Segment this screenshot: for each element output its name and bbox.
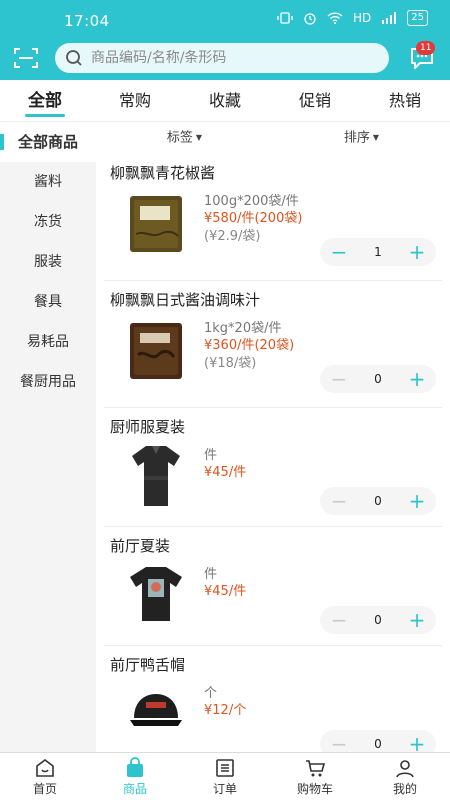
product-item[interactable]: 柳飘飘青花椒酱 100g*200袋/件 ¥580/件(200袋) (¥2.9/袋… xyxy=(104,154,442,281)
product-name: 厨师服夏装 xyxy=(110,418,186,436)
decrease-button[interactable]: − xyxy=(330,734,348,752)
product-price: ¥45/件 xyxy=(204,465,247,480)
product-name: 柳飘飘青花椒酱 xyxy=(110,164,216,182)
vibrate-icon xyxy=(277,12,293,24)
scan-icon[interactable] xyxy=(14,47,38,69)
caret-down-icon: ▼ xyxy=(372,133,380,142)
product-unit-price: (¥2.9/袋) xyxy=(204,229,261,244)
nav-orders[interactable]: 订单 xyxy=(180,753,270,800)
product-item[interactable]: 前厅夏装 件 ¥45/件 − 0 + xyxy=(104,527,442,646)
product-unit-price: (¥18/袋) xyxy=(204,356,257,371)
bag-icon xyxy=(127,756,143,777)
sauce-bag-icon xyxy=(130,196,182,252)
tag-filter-label: 标签 xyxy=(166,130,193,146)
sort-filter-label: 排序 xyxy=(343,130,370,146)
order-icon xyxy=(216,758,234,777)
sort-filter[interactable]: 排序 ▼ xyxy=(273,122,450,154)
quantity-value[interactable]: 0 xyxy=(374,737,382,751)
sauce-bag-icon xyxy=(130,323,182,379)
product-price: ¥12/个 xyxy=(204,703,247,718)
tab-favorites[interactable]: 收藏 xyxy=(180,80,270,121)
search-bar[interactable] xyxy=(55,43,389,73)
home-icon xyxy=(36,758,54,777)
increase-button[interactable]: + xyxy=(408,491,426,511)
decrease-button[interactable]: − xyxy=(330,242,348,262)
nav-home-label: 首页 xyxy=(32,781,57,796)
quantity-stepper: − 0 + xyxy=(320,487,436,515)
increase-button[interactable]: + xyxy=(408,734,426,752)
sidebar-item-consumables[interactable]: 易耗品 xyxy=(0,322,96,362)
caret-down-icon: ▼ xyxy=(195,133,203,142)
tab-frequent[interactable]: 常购 xyxy=(90,80,180,121)
sidebar-item-clothing[interactable]: 服装 xyxy=(0,242,96,282)
nav-cart-label: 购物车 xyxy=(296,781,333,796)
product-name: 前厅鸭舌帽 xyxy=(110,656,186,674)
nav-home[interactable]: 首页 xyxy=(0,753,90,800)
sidebar-item-frozen[interactable]: 冻货 xyxy=(0,202,96,242)
user-icon xyxy=(396,759,414,777)
nav-orders-label: 订单 xyxy=(212,781,237,796)
status-time: 17:04 xyxy=(64,12,110,30)
product-price: ¥580/件(200袋) xyxy=(204,211,303,226)
battery-indicator: 25 xyxy=(407,10,428,26)
sidebar-item-all[interactable]: 全部商品 xyxy=(0,122,96,162)
quantity-value[interactable]: 0 xyxy=(374,372,382,386)
sidebar-item-tableware[interactable]: 餐具 xyxy=(0,282,96,322)
decrease-button[interactable]: − xyxy=(330,369,348,389)
filter-bar: 标签 ▼ 排序 ▼ xyxy=(96,122,450,154)
quantity-stepper: − 1 + xyxy=(320,238,436,266)
tab-all[interactable]: 全部 xyxy=(0,80,90,121)
category-tabs: 全部 常购 收藏 促销 热销 xyxy=(0,80,450,122)
tab-hot[interactable]: 热销 xyxy=(360,80,450,121)
quantity-stepper: − 0 + xyxy=(320,365,436,393)
wifi-icon xyxy=(327,12,343,24)
status-icons: HD 25 xyxy=(277,10,428,26)
alarm-icon xyxy=(304,13,316,25)
bottom-navigation: 首页 商品 订单 购物车 我的 xyxy=(0,752,450,800)
product-name: 前厅夏装 xyxy=(110,537,171,555)
quantity-value[interactable]: 0 xyxy=(374,494,382,508)
decrease-button[interactable]: − xyxy=(330,491,348,511)
product-price: ¥45/件 xyxy=(204,584,247,599)
product-list-panel: 标签 ▼ 排序 ▼ 柳飘飘青花椒酱 100g*200袋/件 ¥580/件(200袋)… xyxy=(96,122,450,752)
product-price: ¥360/件(20袋) xyxy=(204,338,295,353)
decrease-button[interactable]: − xyxy=(330,610,348,630)
quantity-value[interactable]: 0 xyxy=(374,613,382,627)
app-header: 17:04 HD 25 11 xyxy=(0,0,450,80)
nav-products[interactable]: 商品 xyxy=(90,753,180,800)
product-item[interactable]: 厨师服夏装 件 ¥45/件 − 0 + xyxy=(104,408,442,527)
tshirt-icon xyxy=(130,567,182,621)
nav-profile[interactable]: 我的 xyxy=(360,753,450,800)
product-item[interactable]: 前厅鸭舌帽 个 ¥12/个 − 0 + xyxy=(104,646,442,752)
cart-icon xyxy=(306,759,326,776)
increase-button[interactable]: + xyxy=(408,369,426,389)
tab-promotion[interactable]: 促销 xyxy=(270,80,360,121)
category-sidebar: 全部商品 酱料 冻货 服装 餐具 易耗品 餐厨用品 xyxy=(0,122,96,752)
status-bar: 17:04 HD 25 xyxy=(0,0,450,40)
tag-filter[interactable]: 标签 ▼ xyxy=(96,122,273,154)
search-icon xyxy=(66,50,82,66)
increase-button[interactable]: + xyxy=(408,610,426,630)
sidebar-item-kitchenware[interactable]: 餐厨用品 xyxy=(0,362,96,402)
product-name: 柳飘飘日式酱油调味汁 xyxy=(110,291,261,309)
nav-profile-label: 我的 xyxy=(392,781,417,796)
increase-button[interactable]: + xyxy=(408,242,426,262)
product-item[interactable]: 柳飘飘日式酱油调味汁 1kg*20袋/件 ¥360/件(20袋) (¥18/袋)… xyxy=(104,281,442,408)
network-type: HD xyxy=(353,11,372,25)
sidebar-item-sauce[interactable]: 酱料 xyxy=(0,162,96,202)
signal-icon xyxy=(382,12,397,24)
nav-cart[interactable]: 购物车 xyxy=(270,753,360,800)
nav-products-label: 商品 xyxy=(122,781,147,796)
quantity-stepper: − 0 + xyxy=(320,730,436,752)
quantity-stepper: − 0 + xyxy=(320,606,436,634)
message-badge: 11 xyxy=(416,41,436,55)
cap-icon xyxy=(130,694,182,726)
quantity-value[interactable]: 1 xyxy=(374,245,382,259)
chef-uniform-icon xyxy=(132,446,180,506)
search-input[interactable] xyxy=(91,50,361,66)
